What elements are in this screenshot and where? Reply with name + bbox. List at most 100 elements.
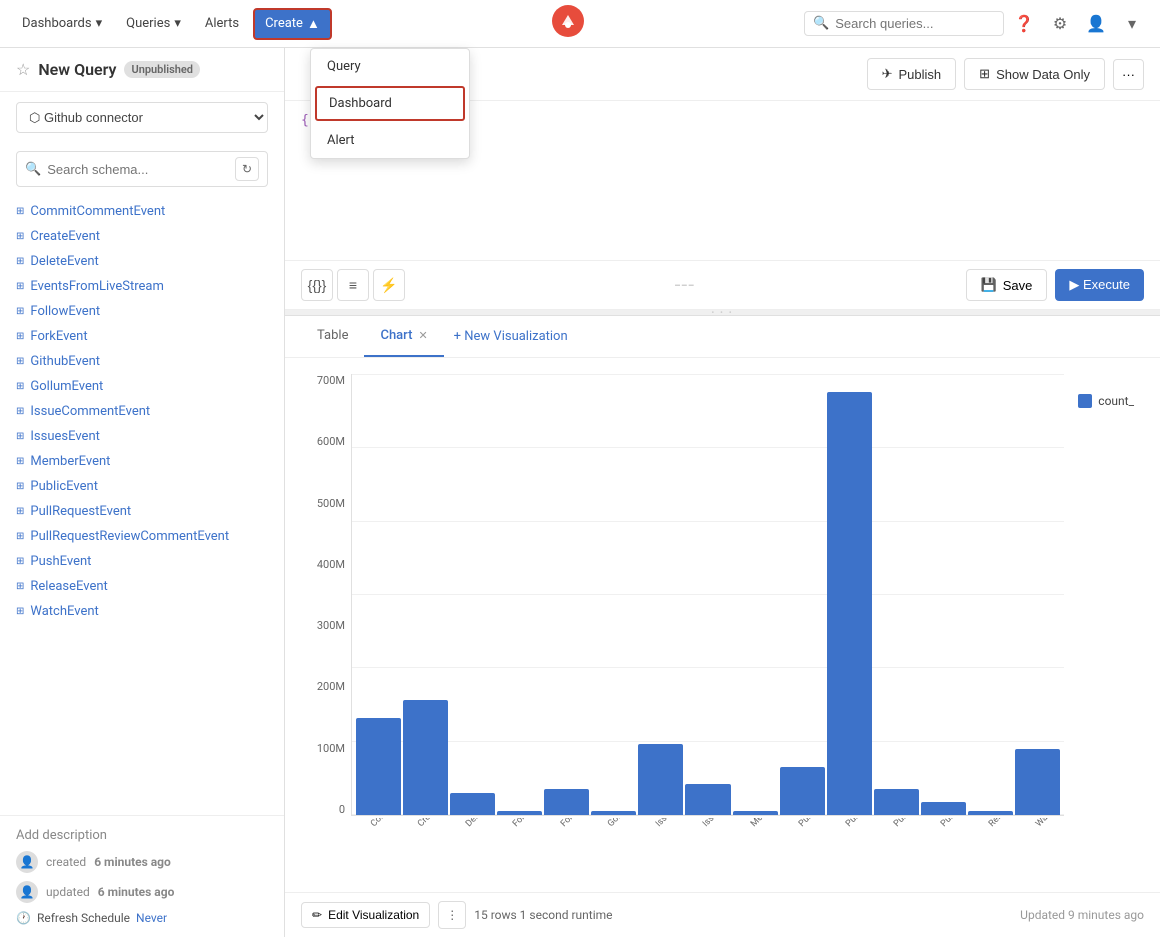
- chart-bar[interactable]: [968, 811, 1013, 815]
- format-button[interactable]: {{}}: [301, 269, 333, 301]
- chart-bar[interactable]: [733, 811, 778, 815]
- user-avatar[interactable]: 👤: [1080, 8, 1112, 40]
- x-axis-label: IssuesEvent: [701, 818, 717, 829]
- schema-item[interactable]: ⊞PullRequestReviewCommentEvent: [0, 524, 284, 549]
- refresh-schema-button[interactable]: ↻: [235, 157, 259, 181]
- publish-button[interactable]: ✈ Publish: [867, 58, 957, 90]
- chart-bar[interactable]: [591, 811, 636, 815]
- updated-label: updated: [46, 885, 90, 899]
- chart-bar[interactable]: [780, 767, 825, 816]
- y-axis-label: 500M: [317, 497, 345, 510]
- updated-info: Updated 9 minutes ago: [1020, 908, 1144, 922]
- publish-label: Publish: [899, 67, 942, 82]
- chart-bar[interactable]: [497, 811, 542, 815]
- refresh-schedule-label[interactable]: Refresh Schedule: [37, 911, 130, 925]
- schema-item[interactable]: ⊞GollumEvent: [0, 374, 284, 399]
- show-data-label: Show Data Only: [996, 67, 1090, 82]
- chart-bar[interactable]: [827, 392, 872, 815]
- nav-create[interactable]: Create ▲: [253, 8, 332, 40]
- chart-bar[interactable]: [403, 700, 448, 815]
- sidebar: ☆ New Query Unpublished ⬡ Github connect…: [0, 48, 285, 937]
- footer-more-button[interactable]: ⋮: [438, 901, 466, 929]
- schema-item[interactable]: ⊞IssueCommentEvent: [0, 399, 284, 424]
- y-axis-label: 700M: [317, 374, 345, 387]
- x-axis-label: ReleaseEvent: [987, 818, 1003, 829]
- show-data-only-button[interactable]: ⊞ Show Data Only: [964, 58, 1105, 90]
- schema-item[interactable]: ⊞DeleteEvent: [0, 249, 284, 274]
- nav-queries[interactable]: Queries ▾: [116, 10, 191, 37]
- x-axis-label: DeleteEvent: [464, 818, 480, 829]
- schema-connector-select[interactable]: ⬡ Github connector: [16, 102, 268, 133]
- schema-item[interactable]: ⊞CommitCommentEvent: [0, 199, 284, 224]
- schema-item[interactable]: ⊞WatchEvent: [0, 599, 284, 624]
- schema-search-input[interactable]: [47, 162, 229, 177]
- rows-info: 15 rows 1 second runtime: [474, 908, 612, 922]
- nav-alerts[interactable]: Alerts: [195, 10, 249, 37]
- edit-viz-label: Edit Visualization: [328, 908, 419, 922]
- schema-item[interactable]: ⊞CreateEvent: [0, 224, 284, 249]
- schema-item[interactable]: ⊞ReleaseEvent: [0, 574, 284, 599]
- table-icon: ⊞: [979, 66, 990, 82]
- query-title-text: New Query: [38, 60, 116, 79]
- bottom-bar: ✏ Edit Visualization ⋮ 15 rows 1 second …: [285, 892, 1160, 937]
- save-button[interactable]: 💾 Save: [966, 269, 1048, 301]
- list-button[interactable]: ≡: [337, 269, 369, 301]
- dropdown-dashboard[interactable]: Dashboard: [315, 86, 465, 121]
- schema-item[interactable]: ⊞GithubEvent: [0, 349, 284, 374]
- search-bar[interactable]: 🔍: [804, 11, 1004, 36]
- chart-bar[interactable]: [450, 793, 495, 815]
- chart-area: count_ 700M600M500M400M300M200M100M0: [285, 358, 1160, 892]
- nav-more-icon[interactable]: ▾: [1116, 8, 1148, 40]
- schema-item[interactable]: ⊞PushEvent: [0, 549, 284, 574]
- x-axis-label: ForkEvent: [559, 818, 575, 829]
- chart-bar[interactable]: [1015, 749, 1060, 815]
- lightning-button[interactable]: ⚡: [373, 269, 405, 301]
- dropdown-alert-label: Alert: [327, 133, 355, 148]
- schema-item[interactable]: ⊞FollowEvent: [0, 299, 284, 324]
- chart-bar[interactable]: [356, 718, 401, 815]
- tab-chart[interactable]: Chart ✕: [364, 316, 443, 357]
- new-visualization-button[interactable]: + New Visualization: [444, 317, 578, 356]
- chart-bar[interactable]: [544, 789, 589, 815]
- settings-icon[interactable]: ⚙: [1044, 8, 1076, 40]
- x-axis-labels: CommitCommentEventCreateEventDeleteEvent…: [351, 818, 1064, 876]
- table-icon: ⊞: [16, 306, 24, 317]
- schema-item[interactable]: ⊞PublicEvent: [0, 474, 284, 499]
- chart-bar[interactable]: [921, 802, 966, 815]
- new-viz-label: + New Visualization: [454, 329, 568, 344]
- chevron-up-icon: ▲: [307, 16, 320, 32]
- footer-more-icon: ⋮: [446, 908, 458, 922]
- chart-bar[interactable]: [638, 744, 683, 815]
- bottom-left: ✏ Edit Visualization ⋮ 15 rows 1 second …: [301, 901, 613, 929]
- more-options-button[interactable]: ···: [1113, 59, 1144, 90]
- connector-dropdown[interactable]: ⬡ Github connector: [16, 102, 268, 133]
- nav-dashboards[interactable]: Dashboards ▾: [12, 10, 112, 37]
- schema-item[interactable]: ⊞ForkEvent: [0, 324, 284, 349]
- schema-item[interactable]: ⊞IssuesEvent: [0, 424, 284, 449]
- search-input[interactable]: [835, 16, 975, 31]
- main-content: ✈ Publish ⊞ Show Data Only ··· { } by Ty…: [285, 48, 1160, 937]
- lightning-icon: ⚡: [380, 277, 397, 294]
- sidebar-header: ☆ New Query Unpublished: [0, 48, 284, 92]
- schema-item[interactable]: ⊞MemberEvent: [0, 449, 284, 474]
- edit-visualization-button[interactable]: ✏ Edit Visualization: [301, 902, 430, 928]
- dropdown-alert[interactable]: Alert: [311, 123, 469, 158]
- help-button[interactable]: ❓: [1008, 8, 1040, 40]
- more-icon: ···: [1122, 67, 1135, 82]
- chart-bar[interactable]: [685, 784, 730, 815]
- schema-item[interactable]: ⊞EventsFromLiveStream: [0, 274, 284, 299]
- execute-button[interactable]: ▶ Execute: [1055, 269, 1144, 301]
- add-description-button[interactable]: Add description: [16, 828, 268, 843]
- schema-item[interactable]: ⊞PullRequestEvent: [0, 499, 284, 524]
- chart-bar[interactable]: [874, 789, 919, 815]
- dropdown-query-label: Query: [327, 59, 361, 74]
- refresh-schedule-value[interactable]: Never: [136, 911, 167, 925]
- resize-handle[interactable]: ━━━: [675, 281, 695, 290]
- x-axis-label: PushEvent: [939, 818, 955, 829]
- star-icon[interactable]: ☆: [16, 60, 30, 79]
- tab-table[interactable]: Table: [301, 316, 364, 357]
- tab-chart-close-icon[interactable]: ✕: [418, 329, 427, 342]
- schema-search-bar[interactable]: 🔍 ↻: [16, 151, 268, 187]
- dropdown-query[interactable]: Query: [311, 49, 469, 84]
- x-axis-label: MemberEvent: [749, 818, 765, 829]
